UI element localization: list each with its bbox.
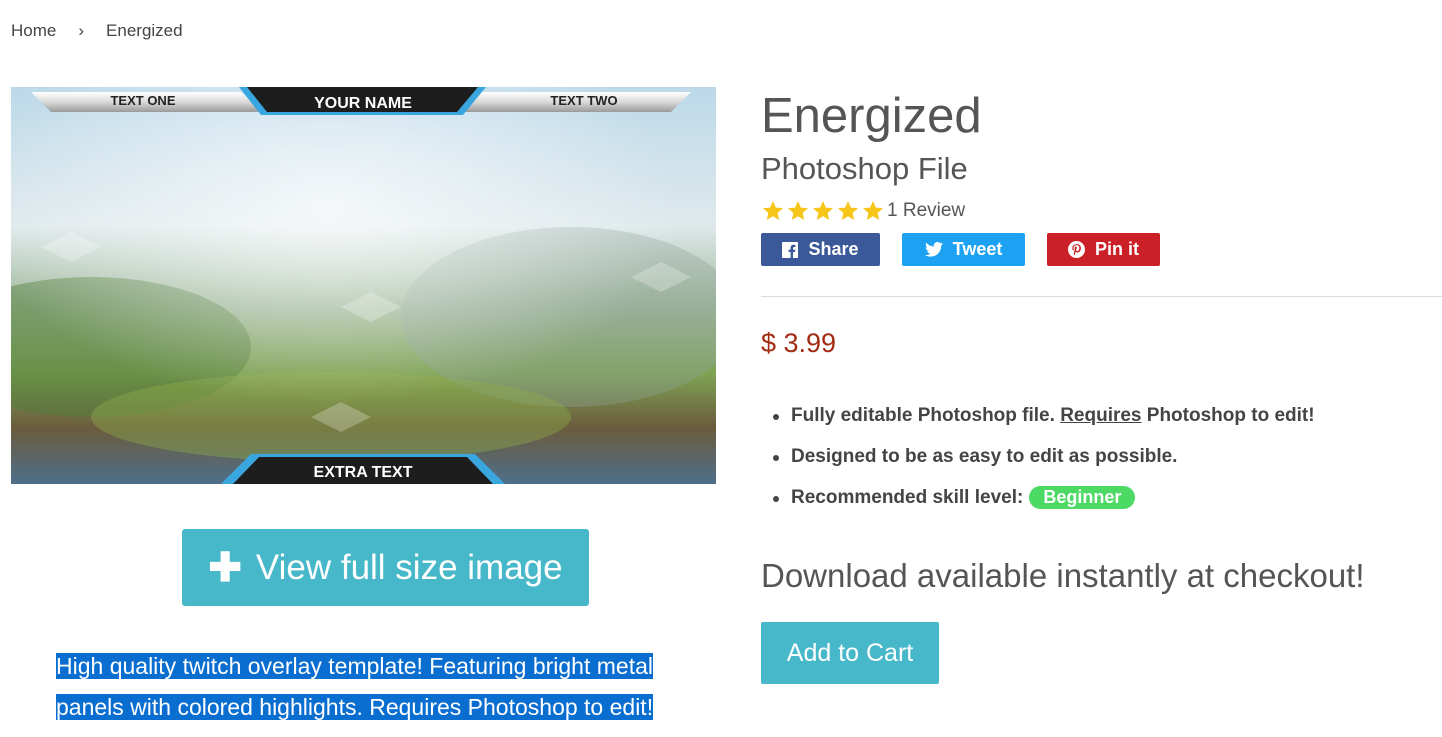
rating-stars: [761, 199, 885, 223]
description-line-1: High quality twitch overlay template! Fe…: [56, 653, 654, 679]
description-line-2: panels with colored highlights. Requires…: [56, 694, 654, 720]
feature-text: Photoshop to edit!: [1146, 404, 1315, 426]
twitter-tweet-label: Tweet: [952, 239, 1003, 259]
product-title: Energized: [761, 89, 982, 143]
review-count[interactable]: 1 Review: [887, 200, 965, 222]
twitter-icon: [924, 242, 943, 257]
breadcrumb-current: Energized: [106, 21, 183, 40]
social-share-buttons: Share Tweet Pin it: [761, 233, 1160, 266]
product-description: High quality twitch overlay template! Fe…: [56, 646, 696, 728]
facebook-icon: [782, 241, 799, 258]
overlay-text-one: TEXT ONE: [110, 93, 175, 108]
breadcrumb-home-link[interactable]: Home: [11, 21, 56, 41]
product-rating[interactable]: 1 Review: [761, 199, 965, 223]
feature-text: Fully editable Photoshop file.: [791, 404, 1055, 426]
feature-text: Designed to be as easy to edit as possib…: [791, 445, 1178, 467]
star-icon: [763, 201, 783, 220]
overlay-preview-graphic: TEXT ONE YOUR NAME TEXT TWO EXTRA TEXT: [11, 87, 716, 484]
pinterest-icon: [1068, 241, 1085, 258]
facebook-share-label: Share: [808, 239, 859, 259]
star-icon: [813, 201, 833, 220]
overlay-extra-text: EXTRA TEXT: [314, 464, 413, 481]
product-price: $ 3.99: [761, 328, 837, 358]
pinterest-pin-button[interactable]: Pin it: [1047, 233, 1160, 266]
facebook-share-button[interactable]: Share: [761, 233, 880, 266]
divider: [761, 296, 1442, 297]
star-icon: [863, 201, 883, 220]
list-item: Recommended skill level: Beginner: [773, 477, 1315, 518]
requires-link[interactable]: Requires: [1060, 405, 1141, 427]
skill-level-badge: Beginner: [1029, 486, 1136, 509]
feature-text: Recommended skill level:: [791, 486, 1024, 508]
star-icon: [838, 201, 858, 220]
product-subtitle: Photoshop File: [761, 151, 968, 186]
list-item: Fully editable Photoshop file. Requires …: [773, 395, 1315, 436]
star-icon: [788, 201, 808, 220]
product-image[interactable]: TEXT ONE YOUR NAME TEXT TWO EXTRA TEXT: [11, 87, 716, 484]
add-to-cart-button[interactable]: Add to Cart: [761, 622, 939, 684]
plus-icon: ✚: [208, 545, 242, 590]
download-note: Download available instantly at checkout…: [761, 557, 1365, 594]
overlay-text-two: TEXT TWO: [550, 93, 617, 108]
view-full-size-button[interactable]: ✚ View full size image: [182, 529, 589, 606]
list-item: Designed to be as easy to edit as possib…: [773, 436, 1315, 477]
view-full-size-label: View full size image: [255, 547, 563, 587]
breadcrumb: Home › Energized: [11, 21, 183, 41]
feature-list: Fully editable Photoshop file. Requires …: [773, 395, 1315, 518]
pinterest-pin-label: Pin it: [1095, 239, 1139, 259]
overlay-your-name: YOUR NAME: [314, 95, 412, 112]
breadcrumb-separator: ›: [78, 21, 85, 40]
twitter-tweet-button[interactable]: Tweet: [902, 233, 1025, 266]
